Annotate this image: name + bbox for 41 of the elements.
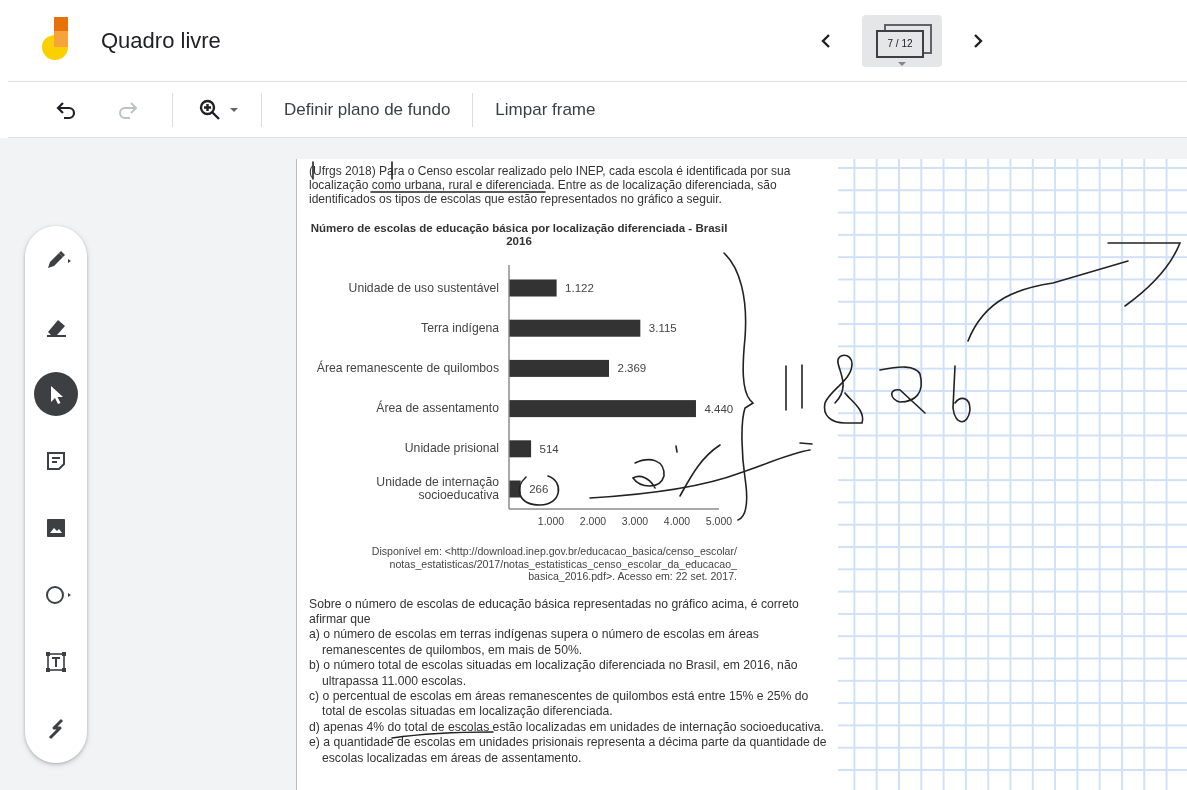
bar-value-label: 4.440 xyxy=(704,402,734,415)
category-label: Unidade de internação socioeducativa xyxy=(375,476,499,503)
axis-tick-label: 5.000 xyxy=(705,515,733,527)
chart-bar xyxy=(509,279,557,297)
chart-bar xyxy=(509,480,521,498)
circle-icon xyxy=(44,583,72,607)
category-label: Unidade de uso sustentável xyxy=(348,281,499,295)
axis-tick-label: 3.000 xyxy=(621,515,649,527)
chevron-right-icon xyxy=(971,33,985,48)
zoom-in-icon xyxy=(198,97,222,122)
sticky-note-icon xyxy=(44,449,68,473)
category-label: Área de assentamento xyxy=(376,402,499,416)
bar-value-label: 266 xyxy=(529,483,549,495)
chevron-left-icon xyxy=(819,33,833,48)
answer-option: e) a quantidade de escolas em unidades prisionais representa a décima parte da quantidade de escolas localizadas em áreas de assentamento. xyxy=(309,735,829,766)
bar-value-label: 3.115 xyxy=(648,322,677,335)
board-title[interactable]: Quadro livre xyxy=(101,27,221,54)
axis-tick-label: 4.000 xyxy=(663,515,691,527)
caret-icon xyxy=(898,61,906,66)
source-citation: Disponível em: <http://download.inep.gov.br/educacao_basica/censo_escolar/ notas_estatisticas/2017/notas_estatisticas_censo_escolar_da_educacao_ basica_2016.pdf>. Acesso em: 22 set. 2017. xyxy=(370,545,737,583)
chart-title: Número de escolas de educação básica por localização diferenciada - Brasil 2016 xyxy=(309,222,729,248)
axis-tick-label: 1.000 xyxy=(537,515,565,527)
zoom-menu-caret-icon[interactable] xyxy=(229,106,239,113)
toolbar-action-button[interactable]: Definir plano de fundo xyxy=(262,89,473,130)
answer-option: d) apenas 4% do total de escolas estão localizadas em unidades de internação socioeducativa. xyxy=(309,719,829,736)
answer-option: c) o percentual de escolas em áreas remanescentes de quilombos está entre 15% e 25% do total de escolas situadas em localização diferenciada. xyxy=(309,688,829,720)
bar-value-label: 514 xyxy=(539,442,559,455)
frame-switcher-button[interactable]: 7 / 12 xyxy=(862,14,942,67)
bar-value-label: 2.369 xyxy=(617,362,647,375)
category-label: Terra indígena xyxy=(421,321,499,335)
bar-value-label: 1.122 xyxy=(565,282,594,294)
image-icon xyxy=(44,516,68,540)
toolbar-action-button[interactable]: Limpar frame xyxy=(473,89,618,130)
text-box-icon xyxy=(44,650,68,674)
category-label: Área remanescente de quilombos xyxy=(316,361,499,375)
select-tool-button[interactable] xyxy=(34,372,78,416)
chart-bar xyxy=(509,440,532,458)
category-label: Unidade prisional xyxy=(404,442,499,456)
axis-tick-label: 2.000 xyxy=(579,515,607,527)
answer-option: a) o número de escolas em terras indígenas supera o número de escolas em áreas remanescentes de quilombos, em mais de 50%. xyxy=(309,627,829,659)
answer-option: b) o número total de escolas situadas em localização diferenciada no Brasil, em 2016, não ultrapassa 11.000 escolas. xyxy=(309,658,829,689)
